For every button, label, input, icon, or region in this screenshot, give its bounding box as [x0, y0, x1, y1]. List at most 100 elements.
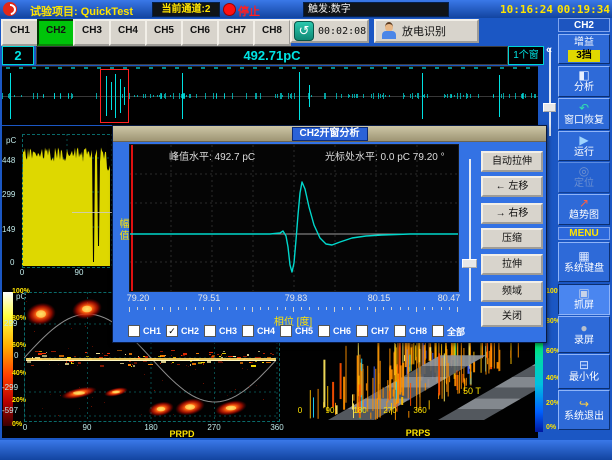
noise-tick [224, 94, 225, 97]
channel-tab-ch2[interactable]: CH2 [37, 19, 75, 46]
minor-tick [211, 307, 212, 312]
checkbox-ch3[interactable] [204, 325, 216, 337]
sidebar-button-system-keyboard[interactable]: ▦系统键盘 [558, 242, 610, 282]
checkbox-item-全部[interactable]: 全部 [432, 325, 465, 337]
channel-tab-ch8[interactable]: CH8 [253, 19, 291, 46]
sidebar-button-minimize[interactable]: ⊟最小化 [558, 354, 610, 389]
dialog-button-5[interactable]: 频域 [481, 281, 543, 302]
noise-tick [184, 93, 185, 98]
minor-tick [268, 307, 269, 310]
minor-tick [154, 307, 155, 310]
sidebar-button-screen-capture[interactable]: ▣抓屏 [558, 284, 610, 315]
sidebar-button-screen-record[interactable]: ●录屏 [558, 316, 610, 353]
noise-tick [137, 95, 138, 98]
sidebar-gain-button[interactable]: 增益 3挡 [558, 34, 610, 64]
checkbox-item-ch5[interactable]: CH5 [280, 325, 313, 337]
phase-tick [240, 67, 244, 69]
dialog-waveform-plot[interactable] [129, 144, 459, 292]
checkbox-item-ch3[interactable]: CH3 [204, 325, 237, 337]
checkbox-ch8[interactable] [394, 325, 406, 337]
dialog-button-2[interactable]: → 右移 [481, 203, 543, 224]
pulse-waveform-strip[interactable] [2, 66, 538, 125]
noise-tick [403, 93, 404, 99]
sidebar-button-system-exit[interactable]: ↪系统退出 [558, 390, 610, 430]
channel-tab-ch5[interactable]: CH5 [145, 19, 183, 46]
discharge-recognition-button[interactable]: 放电识别 [374, 19, 479, 43]
checkbox-label: CH5 [295, 326, 313, 336]
phase-tick [448, 67, 452, 69]
prpdxt-label: 0 [23, 423, 27, 432]
prps-depth-label: 50 T [463, 386, 481, 396]
checkbox-item-ch7[interactable]: CH7 [356, 325, 389, 337]
phase-tick [435, 67, 439, 69]
checkbox-item-ch1[interactable]: CH1 [128, 325, 161, 337]
dialog-title-bar[interactable]: CH2开窗分析 [113, 126, 546, 142]
dialog-x-tick: 79.51 [198, 293, 221, 303]
phase-tick [500, 67, 504, 69]
strip-cursor-box[interactable] [100, 69, 129, 123]
checkbox-全部[interactable] [432, 325, 444, 337]
channel-tab-ch7[interactable]: CH7 [217, 19, 255, 46]
sidebar-button-run[interactable]: ▶运行 [558, 131, 610, 161]
dialog-button-4[interactable]: 拉伸 [481, 254, 543, 275]
noise-tick [454, 95, 455, 98]
locate-icon: ◎ [579, 165, 589, 178]
channel-tab-ch3[interactable]: CH3 [73, 19, 111, 46]
minor-tick [432, 307, 433, 310]
dialog-button-6[interactable]: 关闭 [481, 306, 543, 327]
sidebar-button-analyze[interactable]: ◧分析 [558, 66, 610, 97]
app-logo-icon [3, 2, 17, 16]
minor-tick [416, 307, 417, 312]
checkbox-ch5[interactable] [280, 325, 292, 337]
phase-tick [292, 67, 296, 69]
minor-tick [367, 307, 368, 310]
noise-tick [216, 94, 217, 97]
phase-tick [149, 67, 153, 69]
vertical-scrollbar[interactable] [543, 48, 556, 136]
checkbox-ch2[interactable]: ✓ [166, 325, 178, 337]
checkbox-ch1[interactable] [128, 325, 140, 337]
channel-tab-ch4[interactable]: CH4 [109, 19, 147, 46]
phase-tick [227, 67, 231, 69]
sidebar-menu-header: MENU [558, 227, 610, 240]
checkbox-item-ch4[interactable]: CH4 [242, 325, 275, 337]
minor-tick [318, 307, 319, 310]
noise-tick [463, 95, 464, 98]
phase-tick [370, 67, 374, 69]
sidebar-button-trend-chart[interactable]: ↗趋势图 [558, 194, 610, 225]
channel-tab-ch1[interactable]: CH1 [1, 19, 39, 46]
dialog-button-0[interactable]: 自动拉伸 [481, 151, 543, 172]
checkbox-item-ch8[interactable]: CH8 [394, 325, 427, 337]
noise-tick [523, 93, 524, 99]
checkbox-item-ch6[interactable]: CH6 [318, 325, 351, 337]
checkbox-ch4[interactable] [242, 325, 254, 337]
checkbox-label: 全部 [447, 325, 465, 338]
peak-level-readout: 峰值水平: 492.7 pC [169, 148, 255, 163]
noise-tick [9, 93, 10, 98]
noise-tick [165, 93, 166, 100]
prps-chart [288, 330, 538, 440]
scrollbar-thumb[interactable] [543, 103, 556, 112]
checkbox-item-ch2[interactable]: ✓CH2 [166, 325, 199, 337]
dialog-button-1[interactable]: ← 左移 [481, 176, 543, 197]
slider-thumb[interactable] [462, 259, 477, 268]
histyt-label: 149 [2, 225, 15, 234]
phase-tick [162, 67, 166, 69]
sidebar-button-window-restore[interactable]: ↶窗口恢复 [558, 98, 610, 130]
dialog-y-axis-label: 幅值 [115, 218, 130, 242]
noise-tick [196, 94, 197, 98]
noise-tick [509, 94, 510, 98]
run-label: 运行 [574, 147, 594, 159]
noise-tick [153, 95, 154, 98]
gain-value-badge: 3挡 [568, 50, 600, 62]
noise-tick [357, 94, 358, 97]
sidebar-button-locate: ◎定位 [558, 162, 610, 193]
channel-tab-ch6[interactable]: CH6 [181, 19, 219, 46]
checkbox-ch7[interactable] [356, 325, 368, 337]
collapse-arrow[interactable]: « [546, 44, 552, 56]
noise-tick [60, 94, 61, 97]
minor-tick [260, 307, 261, 310]
system-exit-label: 系统退出 [564, 411, 604, 423]
checkbox-ch6[interactable] [318, 325, 330, 337]
dialog-button-3[interactable]: 压缩 [481, 228, 543, 249]
